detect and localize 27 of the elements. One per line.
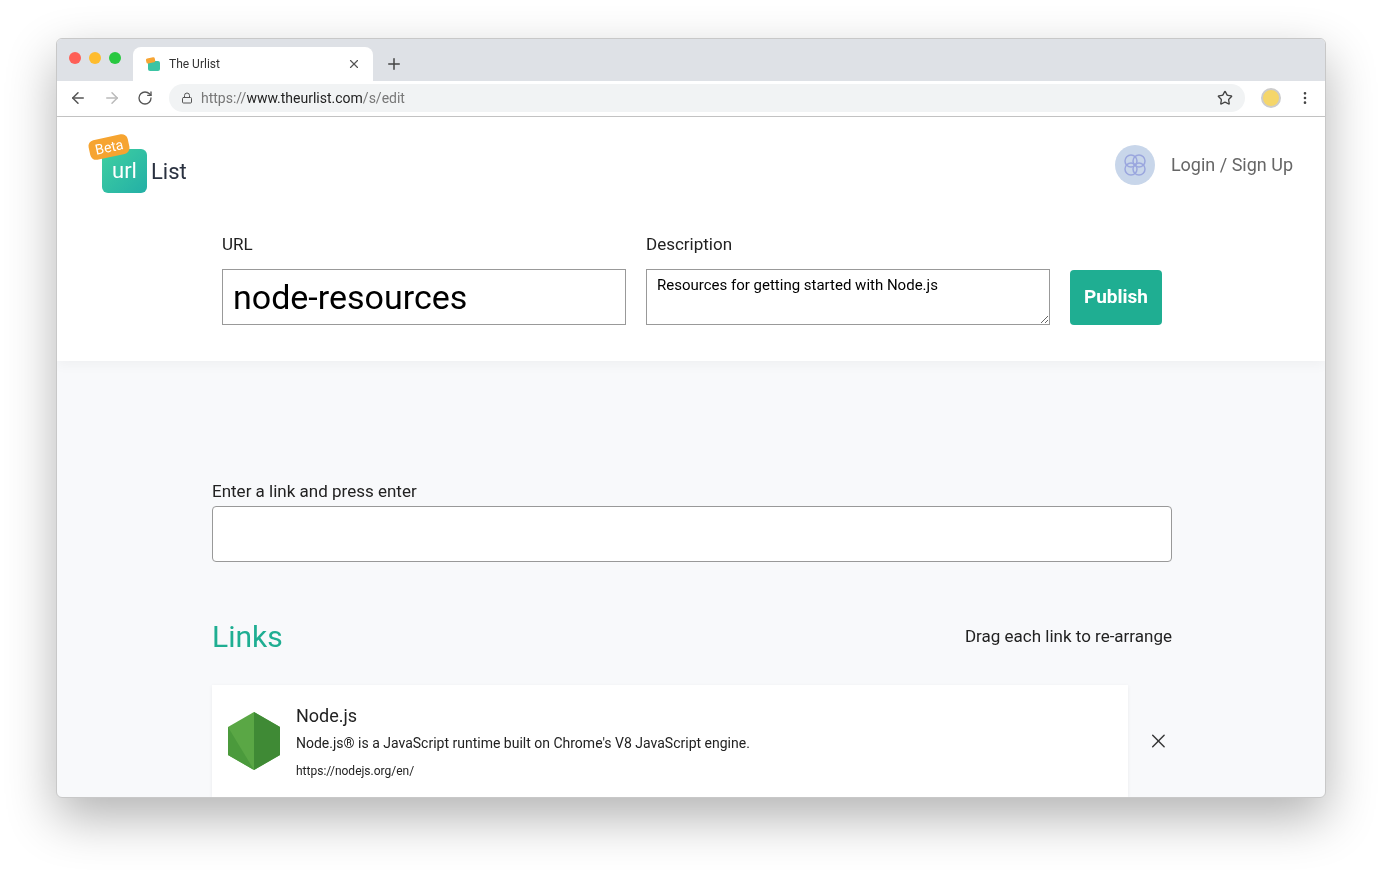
link-url: https://nodejs.org/en/ [296, 763, 416, 780]
hexagon-icon [228, 712, 280, 770]
link-input[interactable] [212, 506, 1172, 562]
logo[interactable]: url List Beta [89, 134, 187, 193]
url-input[interactable]: node-resources [222, 269, 626, 326]
link-card[interactable]: Node.js Node.js® is a JavaScript runtime built on Chrome's V8 JavaScript engine. https://nodejs.org/en/ [212, 685, 1129, 797]
lock-icon [181, 92, 193, 105]
login-link[interactable]: Login / Sign Up [1170, 151, 1293, 179]
links-heading: Links [212, 618, 283, 656]
url-label: URL [222, 232, 254, 256]
address-bar[interactable]: https://www.theurlist.com/s/edit [169, 84, 1245, 113]
link-title: Node.js [296, 704, 359, 728]
beta-badge: Beta [87, 132, 131, 161]
tab-title: The Urlist [169, 55, 221, 73]
description-label: Description [646, 232, 734, 256]
url-text: https://www.theurlist.com/s/edit [201, 88, 406, 108]
favicon-icon [145, 56, 161, 71]
reload-icon[interactable] [137, 90, 153, 107]
description-input[interactable]: Resources for getting started with Node.js [646, 269, 1050, 326]
rearrange-hint: Drag each link to re-arrange [964, 624, 1172, 648]
avatar-icon [1114, 144, 1155, 185]
link-description: Node.js® is a JavaScript runtime built on Chrome's V8 JavaScript engine. [296, 734, 750, 753]
browser-tab[interactable]: The Urlist [133, 46, 373, 81]
close-window-icon[interactable] [69, 51, 81, 64]
logo-word: List [151, 157, 187, 186]
link-entry-label: Enter a link and press enter [212, 479, 418, 503]
bookmark-star-icon[interactable] [1217, 90, 1233, 107]
